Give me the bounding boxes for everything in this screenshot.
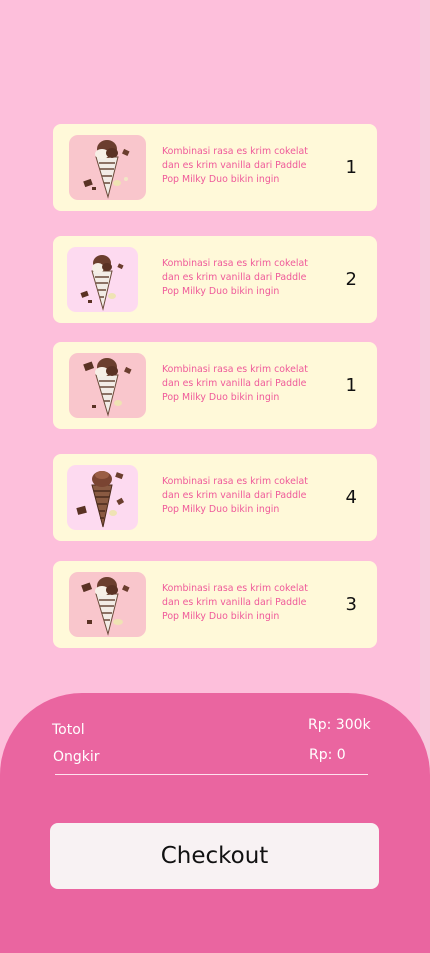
item-quantity: 1	[345, 157, 357, 178]
shipping-label: Ongkir	[53, 749, 100, 765]
shipping-value: Rp: 0	[309, 747, 346, 763]
ice-cream-cone-icon	[83, 358, 132, 417]
item-description: Kombinasi rasa es krim cokelat dan es kr…	[162, 583, 308, 622]
ice-cream-cone-icon	[83, 140, 130, 199]
total-label: Totol	[52, 722, 85, 738]
chocolate-cone-icon	[76, 471, 125, 528]
product-image	[67, 247, 138, 312]
product-image	[69, 572, 146, 637]
item-quantity: 4	[345, 487, 357, 508]
item-description: Kombinasi rasa es krim cokelat dan es kr…	[162, 476, 308, 515]
ice-cream-cone-icon	[80, 255, 124, 311]
item-description: Kombinasi rasa es krim cokelat dan es kr…	[162, 258, 308, 297]
item-description: Kombinasi rasa es krim cokelat dan es kr…	[162, 364, 308, 403]
item-quantity: 2	[345, 269, 357, 290]
cart-item[interactable]: Kombinasi rasa es krim cokelat dan es kr…	[53, 124, 377, 211]
cart-item[interactable]: Kombinasi rasa es krim cokelat dan es kr…	[53, 561, 377, 648]
cart-item[interactable]: Kombinasi rasa es krim cokelat dan es kr…	[53, 236, 377, 323]
product-image	[69, 135, 146, 200]
item-quantity: 1	[345, 375, 357, 396]
cart-item[interactable]: Kombinasi rasa es krim cokelat dan es kr…	[53, 342, 377, 429]
product-image	[67, 465, 138, 530]
item-description: Kombinasi rasa es krim cokelat dan es kr…	[162, 146, 308, 185]
summary-divider	[55, 774, 368, 775]
checkout-button[interactable]: Checkout	[50, 823, 379, 889]
ice-cream-cone-icon	[81, 577, 130, 636]
checkout-panel: Totol Rp: 300k Ongkir Rp: 0 Checkout	[0, 693, 430, 953]
cart-item[interactable]: Kombinasi rasa es krim cokelat dan es kr…	[53, 454, 377, 541]
total-value: Rp: 300k	[308, 717, 371, 733]
product-image	[69, 353, 146, 418]
item-quantity: 3	[345, 594, 357, 615]
